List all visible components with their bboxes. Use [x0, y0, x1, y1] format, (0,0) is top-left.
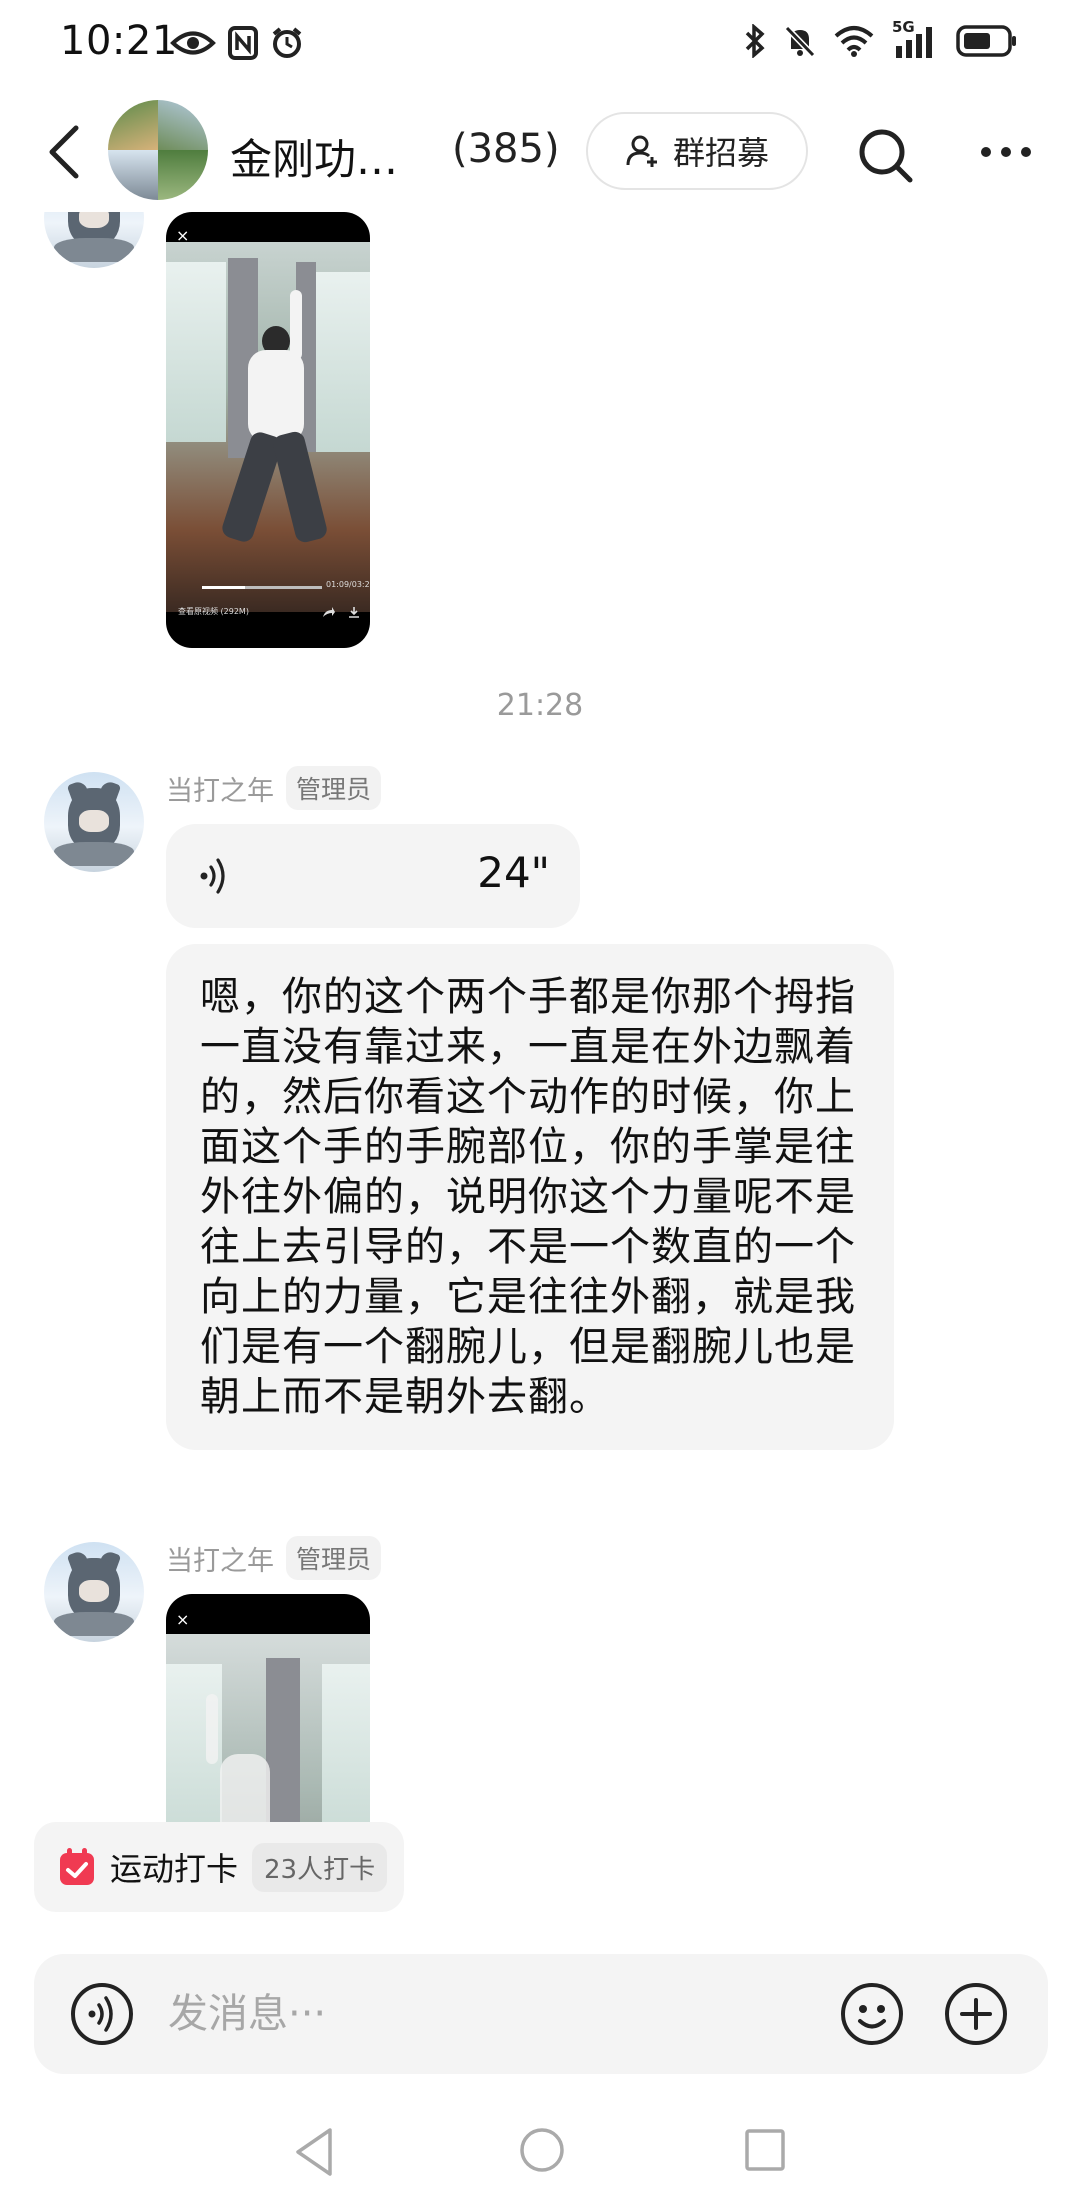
video-message[interactable]: ×: [166, 1594, 370, 1830]
calendar-check-icon: [60, 1848, 94, 1885]
system-nav-bar: [0, 2104, 1080, 2204]
sender-name[interactable]: 当打之年: [166, 1539, 274, 1578]
video-progress-bar[interactable]: [202, 586, 322, 589]
message-timestamp: 21:28: [496, 688, 584, 723]
mute-icon: [784, 25, 816, 58]
admin-badge: 管理员: [286, 1536, 382, 1580]
sender-info: 当打之年 管理员: [166, 766, 382, 810]
checkin-label: 运动打卡: [110, 1850, 239, 1888]
back-button[interactable]: [42, 122, 86, 182]
group-avatar[interactable]: [108, 100, 208, 200]
signal-5g-icon: 5G: [892, 18, 938, 58]
checkin-count: 23人打卡: [252, 1842, 388, 1892]
group-name[interactable]: 金刚功…: [230, 126, 398, 187]
admin-badge: 管理员: [286, 766, 382, 810]
add-attachment-button[interactable]: [944, 1982, 1008, 2046]
message-input[interactable]: [168, 1954, 848, 2074]
alarm-icon: [272, 27, 302, 58]
nav-recents-button[interactable]: [744, 2128, 786, 2172]
sport-checkin-chip[interactable]: 运动打卡 23人打卡: [34, 1822, 404, 1912]
share-icon[interactable]: [322, 606, 336, 618]
battery-icon: [956, 25, 1016, 57]
nav-home-button[interactable]: [518, 2126, 566, 2174]
text-message[interactable]: 嗯，你的这个两个手都是你那个拇指一直没有靠过来，一直是在外边飘着的，然后你看这个…: [166, 944, 894, 1450]
voice-message[interactable]: 24": [166, 824, 580, 928]
sender-avatar[interactable]: [44, 1542, 144, 1642]
emoji-button[interactable]: [840, 1982, 904, 2046]
message-list[interactable]: 01:09/03:26 × 查看原视频 (292M) 21:28 当打之年 管理…: [0, 212, 1080, 1830]
video-message[interactable]: 01:09/03:26 × 查看原视频 (292M): [166, 212, 370, 648]
sender-avatar[interactable]: [44, 772, 144, 872]
status-bar: 10:21 5G: [0, 0, 1080, 92]
voice-wave-icon: [200, 858, 225, 894]
close-icon[interactable]: ×: [176, 1610, 189, 1629]
sender-info: 当打之年 管理员: [166, 1536, 382, 1580]
status-right-icons: 5G: [744, 18, 1018, 58]
wifi-icon: [834, 26, 874, 57]
search-button[interactable]: [856, 126, 914, 184]
message-input-bar: [34, 1954, 1048, 2074]
group-recruit-button[interactable]: 群招募: [586, 112, 808, 190]
status-time: 10:21: [60, 18, 178, 64]
bluetooth-icon: [745, 24, 765, 58]
add-user-icon: [626, 135, 657, 167]
more-button[interactable]: [978, 144, 1034, 160]
sender-name[interactable]: 当打之年: [166, 769, 274, 808]
download-icon[interactable]: [348, 606, 360, 618]
nfc-icon: [228, 26, 258, 60]
voice-duration: 24": [477, 848, 550, 897]
chat-header: 金刚功… (385) 群招募: [0, 92, 1080, 212]
video-caption[interactable]: 查看原视频 (292M): [178, 606, 249, 617]
member-count[interactable]: (385): [452, 126, 560, 172]
video-time: 01:09/03:26: [326, 580, 370, 589]
chat-screen: 10:21 5G 金刚功… (385) 群招募 01:09/03:26 × 查看…: [0, 0, 1080, 2204]
eye-icon: [170, 31, 216, 55]
status-left-icons: [170, 26, 304, 60]
recruit-label: 群招募: [672, 134, 769, 172]
sender-avatar[interactable]: [44, 212, 144, 268]
close-icon[interactable]: ×: [176, 226, 189, 245]
voice-input-button[interactable]: [70, 1982, 134, 2046]
nav-back-button[interactable]: [292, 2126, 336, 2178]
